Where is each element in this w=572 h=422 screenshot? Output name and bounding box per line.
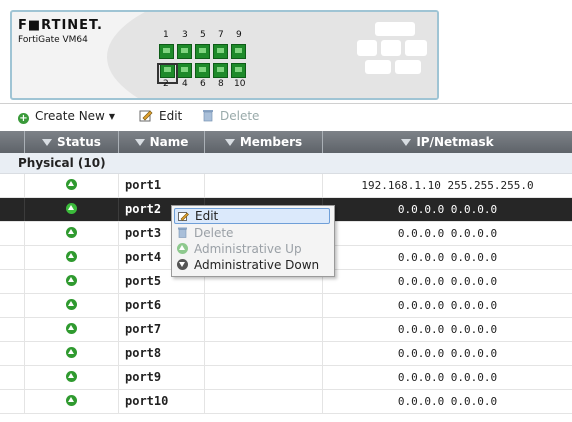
edit-icon bbox=[139, 110, 153, 122]
table-row[interactable]: port10 0.0.0.0 0.0.0.0 bbox=[0, 390, 572, 414]
edit-label: Edit bbox=[159, 109, 183, 123]
port-number: 7 bbox=[218, 30, 224, 40]
menu-item-administrative-up[interactable]: Administrative Up bbox=[174, 241, 330, 257]
interface-ip: 0.0.0.0 0.0.0.0 bbox=[397, 227, 498, 240]
status-up-icon bbox=[66, 227, 77, 238]
table-header: Status Name Members IP/Netmask bbox=[0, 131, 572, 153]
vent-grille-icon bbox=[357, 22, 427, 82]
delete-label: Delete bbox=[220, 109, 260, 123]
status-up-icon bbox=[66, 179, 77, 190]
interface-members bbox=[205, 342, 323, 365]
port-5-icon[interactable] bbox=[195, 44, 210, 59]
status-up-icon bbox=[66, 251, 77, 262]
interface-name: port9 bbox=[119, 366, 205, 389]
brand-text: F■RTINET. bbox=[18, 18, 103, 33]
port-6-icon[interactable] bbox=[195, 63, 210, 78]
group-row-physical[interactable]: Physical (10) bbox=[0, 153, 572, 174]
interface-ip: 0.0.0.0 0.0.0.0 bbox=[397, 251, 498, 264]
port-number: 10 bbox=[234, 79, 246, 89]
column-header-name[interactable]: Name bbox=[119, 131, 205, 153]
create-new-button[interactable]: + Create New ▼ bbox=[18, 109, 115, 124]
column-header-status[interactable]: Status bbox=[25, 131, 119, 153]
column-header-ip[interactable]: IP/Netmask bbox=[323, 131, 572, 153]
table-row[interactable]: port1 192.168.1.10 255.255.255.0 bbox=[0, 174, 572, 198]
status-up-icon bbox=[66, 323, 77, 334]
port-number: 4 bbox=[182, 79, 188, 89]
port-9-icon[interactable] bbox=[231, 44, 246, 59]
device-area: F■RTINET. FortiGate VM64 1 3 5 7 9 2 4 6… bbox=[0, 0, 572, 104]
port-8-icon[interactable] bbox=[213, 63, 228, 78]
menu-item-label: Administrative Down bbox=[194, 258, 320, 272]
table-row[interactable]: port8 0.0.0.0 0.0.0.0 bbox=[0, 342, 572, 366]
interface-name: port8 bbox=[119, 342, 205, 365]
port-1-icon[interactable] bbox=[159, 44, 174, 59]
arrow-up-icon bbox=[177, 243, 188, 254]
port-10-icon[interactable] bbox=[231, 63, 246, 78]
interface-ip: 0.0.0.0 0.0.0.0 bbox=[397, 323, 498, 336]
interface-members bbox=[205, 294, 323, 317]
filter-icon[interactable] bbox=[401, 139, 412, 146]
table-row[interactable]: port7 0.0.0.0 0.0.0.0 bbox=[0, 318, 572, 342]
dropdown-arrow-icon: ▼ bbox=[108, 112, 116, 121]
menu-item-label: Edit bbox=[195, 209, 219, 223]
table-row[interactable]: port9 0.0.0.0 0.0.0.0 bbox=[0, 366, 572, 390]
status-up-icon bbox=[66, 395, 77, 406]
filter-icon[interactable] bbox=[42, 139, 53, 146]
port-number: 6 bbox=[200, 79, 206, 89]
interface-members bbox=[205, 318, 323, 341]
toolbar: + Create New ▼ Edit Delete bbox=[0, 105, 572, 129]
port-number: 2 bbox=[163, 79, 169, 89]
status-up-icon bbox=[66, 371, 77, 382]
menu-item-delete[interactable]: Delete bbox=[174, 225, 330, 241]
interface-name: port10 bbox=[119, 390, 205, 413]
interface-ip: 0.0.0.0 0.0.0.0 bbox=[397, 275, 498, 288]
port-number: 8 bbox=[218, 79, 224, 89]
menu-item-edit[interactable]: Edit bbox=[174, 208, 330, 224]
port-3-icon[interactable] bbox=[177, 44, 192, 59]
status-up-icon bbox=[66, 203, 77, 214]
device-faceplate: F■RTINET. FortiGate VM64 1 3 5 7 9 2 4 6… bbox=[10, 10, 439, 100]
fortinet-logo: F■RTINET. bbox=[18, 18, 103, 33]
trash-icon bbox=[178, 227, 187, 238]
interface-name: port6 bbox=[119, 294, 205, 317]
menu-item-label: Administrative Up bbox=[194, 242, 302, 256]
table-row[interactable]: port6 0.0.0.0 0.0.0.0 bbox=[0, 294, 572, 318]
plus-icon: + bbox=[18, 113, 29, 124]
filter-icon[interactable] bbox=[224, 139, 235, 146]
port-number: 5 bbox=[200, 30, 206, 40]
header-spacer bbox=[0, 131, 25, 153]
port-4-icon[interactable] bbox=[177, 63, 192, 78]
interface-ip: 0.0.0.0 0.0.0.0 bbox=[397, 203, 498, 216]
trash-icon bbox=[203, 110, 213, 122]
interface-ip: 0.0.0.0 0.0.0.0 bbox=[397, 299, 498, 312]
interface-ip: 0.0.0.0 0.0.0.0 bbox=[397, 347, 498, 360]
interface-ip: 0.0.0.0 0.0.0.0 bbox=[397, 371, 498, 384]
edit-icon bbox=[178, 212, 189, 221]
interface-members bbox=[205, 174, 323, 197]
menu-item-label: Delete bbox=[194, 226, 234, 240]
column-header-members[interactable]: Members bbox=[205, 131, 323, 153]
port-number: 9 bbox=[236, 30, 242, 40]
filter-icon[interactable] bbox=[134, 139, 145, 146]
create-new-label: Create New bbox=[35, 109, 105, 123]
interface-name: port7 bbox=[119, 318, 205, 341]
context-menu: Edit Delete Administrative Up Administra… bbox=[171, 205, 335, 277]
edit-button[interactable]: Edit bbox=[139, 109, 182, 123]
interface-members bbox=[205, 366, 323, 389]
device-model: FortiGate VM64 bbox=[18, 35, 88, 45]
port-7-icon[interactable] bbox=[213, 44, 228, 59]
interface-ip: 192.168.1.10 255.255.255.0 bbox=[361, 179, 534, 192]
menu-item-administrative-down[interactable]: Administrative Down bbox=[174, 257, 330, 273]
interface-name: port1 bbox=[119, 174, 205, 197]
status-up-icon bbox=[66, 275, 77, 286]
status-up-icon bbox=[66, 299, 77, 310]
delete-button[interactable]: Delete bbox=[202, 109, 259, 123]
port-number: 3 bbox=[182, 30, 188, 40]
status-up-icon bbox=[66, 347, 77, 358]
interface-members bbox=[205, 390, 323, 413]
arrow-down-icon bbox=[177, 259, 188, 270]
port-number: 1 bbox=[163, 30, 169, 40]
interface-ip: 0.0.0.0 0.0.0.0 bbox=[397, 395, 498, 408]
